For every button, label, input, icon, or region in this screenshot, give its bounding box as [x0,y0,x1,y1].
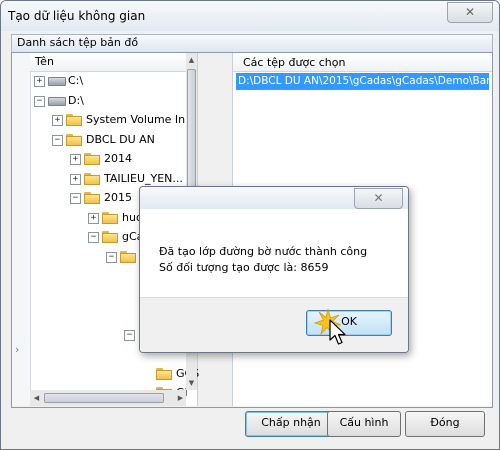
horizontal-scroll-thumb[interactable] [44,393,164,403]
drive-icon [48,77,66,86]
collapse-icon[interactable]: − [88,232,99,243]
tree-row-label: D:\ [68,93,84,107]
tree-row-label: TAILIEU_YEN... [104,171,183,185]
tree-gutter: › [12,53,31,406]
folder-icon [84,172,100,185]
tree-row[interactable]: − DBCL DU AN [52,131,202,149]
selected-file-row[interactable]: D:\DBCL DU AN\2015\gCadas\gCadas\Demo\Ba… [236,73,489,90]
collapse-icon[interactable]: − [52,134,63,146]
title-bar[interactable]: Tạo dữ liệu không gian ✕ [1,1,499,31]
accept-button[interactable]: Chấp nhận [245,411,337,437]
tree-row-label: 2014 [104,152,132,165]
folder-icon [84,153,100,165]
expand-icon[interactable]: + [70,173,81,185]
selected-files-title: Các tệp được chọn [243,56,346,69]
collapse-icon[interactable]: − [34,95,45,107]
folder-icon [66,133,82,146]
scroll-down-icon[interactable]: ▼ [186,379,197,387]
dialog-close-button[interactable]: ✕ [354,188,403,209]
tree-row[interactable]: + C:\ [34,72,184,90]
tree-horizontal-scrollbar[interactable]: ◀ ▶ [30,390,186,406]
window-close-button[interactable]: ✕ [447,2,493,23]
tree-row[interactable]: + System Volume In... [52,111,202,129]
dialog-message-line1: Đã tạo lớp đường bờ nước thành công [159,245,368,258]
tree-row-label: C:\ [68,74,84,87]
folder-icon [66,114,82,126]
expand-icon[interactable]: + [52,115,63,126]
collapse-icon[interactable]: − [106,251,117,263]
selected-file-path: D:\DBCL DU AN\2015\gCadas\gCadas\Demo\Ba… [238,75,489,87]
scroll-left-icon[interactable]: ◀ [31,394,42,402]
folder-icon [102,211,118,224]
tree-row-label: 2015 [104,191,132,204]
folder-icon [156,367,172,380]
folder-icon [102,231,118,243]
folder-icon [84,192,100,204]
mouse-pointer-icon [329,319,346,345]
dialog-title-bar[interactable]: ✕ [140,187,408,209]
scroll-right-icon[interactable]: ▶ [175,394,186,402]
selected-files-header[interactable]: Các tệp được chọn [233,53,492,72]
message-dialog: ✕ Đã tạo lớp đường bờ nước thành công Số… [139,186,409,353]
close-button[interactable]: Đóng [405,411,485,437]
expand-icon[interactable]: + [34,76,45,87]
map-file-list-title: Danh sách tệp bản đồ [17,36,139,49]
tree-row-label: DBCL DU AN [86,132,155,146]
tree-row[interactable]: + TAILIEU_YEN... [70,170,220,188]
tree-row[interactable]: +2014 [70,150,220,168]
drive-icon [48,96,66,106]
tree-row-label: System Volume In... [86,113,196,126]
map-file-list-header: Danh sách tệp bản đồ [11,34,493,53]
tree-column-header[interactable]: Tên [30,53,186,72]
window-title: Tạo dữ liệu không gian [8,9,146,23]
row-pointer-icon: › [15,343,20,356]
collapse-icon[interactable]: − [124,329,135,341]
tree-column-title: Tên [35,55,54,68]
collapse-icon[interactable]: − [70,193,81,204]
tree-row[interactable]: − D:\ [34,92,184,110]
expand-icon[interactable]: + [70,154,81,165]
scroll-up-icon[interactable]: ▲ [186,56,197,64]
expand-icon[interactable]: + [88,212,99,224]
dialog-message-line2: Số đối tượng tạo được là: 8659 [159,261,329,274]
dialog-message: Đã tạo lớp đường bờ nước thành công Số đ… [159,244,367,276]
folder-icon [120,250,136,263]
config-button[interactable]: Cấu hình [327,411,401,437]
